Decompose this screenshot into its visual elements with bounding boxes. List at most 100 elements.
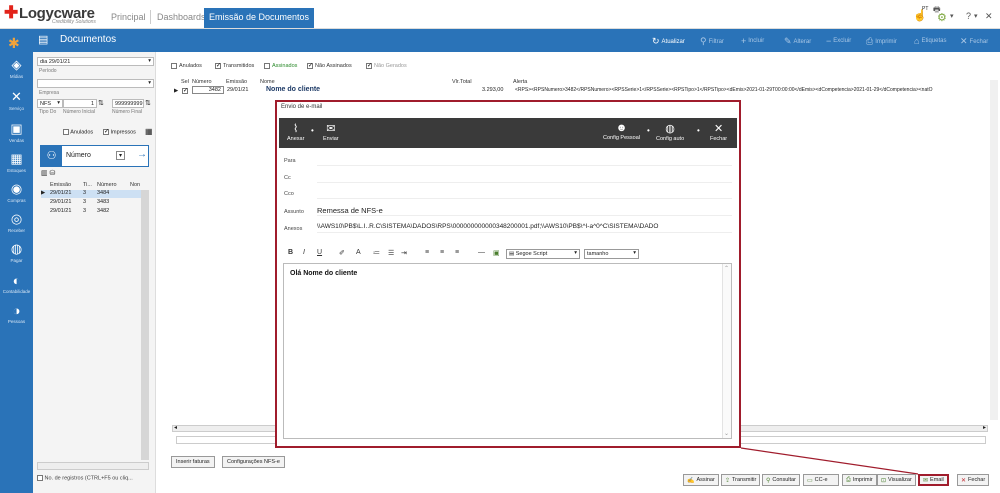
scroll-left-icon[interactable]: ◂ — [174, 424, 177, 431]
email-body-editor[interactable]: Olá Nome do cliente ⌃ ⌄ — [283, 263, 732, 439]
query-button[interactable]: ⚲ Consultar — [762, 474, 800, 486]
impressos-checkbox[interactable] — [103, 128, 109, 135]
underline-icon[interactable]: U — [317, 249, 322, 256]
align-center-icon[interactable]: ≡ — [440, 249, 444, 256]
tab-emissao-documentos[interactable]: Emissão de Documentos — [204, 8, 315, 28]
preview-button[interactable]: ⊡ Visualizar — [877, 474, 916, 486]
help-button[interactable]: ? — [966, 11, 971, 21]
nav-item-pagar[interactable]: ◍ Pagar — [0, 241, 33, 263]
flag-nao-assinados[interactable]: Não Assinados — [307, 62, 352, 69]
search-field-select[interactable]: Número — [66, 152, 91, 159]
nav-item-servico[interactable]: ✕ Serviço — [0, 89, 33, 111]
cce-button[interactable]: ▭ CC-e — [803, 474, 839, 486]
filter-impressos[interactable]: Impressos — [103, 128, 136, 135]
nao-assinados-checkbox[interactable] — [307, 62, 313, 69]
indent-icon[interactable]: ⇥ — [401, 249, 407, 257]
labels-button[interactable]: ⌂ Etiquetas — [914, 36, 946, 46]
grid-header-numero[interactable]: Número — [97, 182, 117, 188]
scroll-down-icon[interactable]: ⌄ — [724, 430, 729, 437]
nav-item-vendas[interactable]: ▣ Vendas — [0, 121, 33, 143]
scroll-right-icon[interactable]: ▸ — [983, 424, 986, 431]
color-picker-icon[interactable]: ✐ — [339, 249, 345, 257]
subject-input[interactable]: Remessa de NFS-e — [317, 205, 732, 216]
nav-item-estoques[interactable]: ▦ Estoques — [0, 151, 33, 173]
font-family-select[interactable]: ▤ Segoe Script ▾ — [506, 249, 580, 259]
vertical-scrollbar[interactable] — [141, 190, 149, 460]
nfse-settings-button[interactable]: Configurações NFS-e — [222, 456, 285, 468]
search-go-icon[interactable]: → — [137, 149, 147, 160]
align-left-icon[interactable]: ≡ — [425, 249, 429, 256]
email-button[interactable]: ✉ Email — [918, 474, 949, 486]
auto-config-button[interactable]: ◍ Config auto — [656, 122, 684, 142]
flag-nao-gerados[interactable]: Não Gerados — [366, 62, 407, 69]
dialog-close-button[interactable]: ✕ Fechar — [710, 122, 727, 142]
grid-layout-icon[interactable]: ▥ ⛁ — [41, 169, 55, 177]
settings-gear-icon[interactable]: ⚙ — [937, 11, 947, 24]
close-bottom-button[interactable]: ✕ Fechar — [957, 474, 990, 486]
column-header-valor-total[interactable]: Vlr.Total — [452, 79, 472, 85]
number-range-icon[interactable]: ⇅ — [145, 99, 151, 107]
column-header-nome[interactable]: Nome — [260, 79, 275, 85]
sign-button[interactable]: ✍ Assinar — [683, 474, 719, 486]
period-select[interactable]: dia 29/01/21 ▾ — [37, 57, 154, 66]
transmit-button[interactable]: ⇪ Transmitir — [721, 474, 761, 486]
insert-invoices-button[interactable]: Inserir faturas — [171, 456, 215, 468]
grid-header-nome[interactable]: Non — [130, 182, 140, 188]
refresh-button[interactable]: ↻ Atualizar — [652, 36, 685, 47]
attach-button[interactable]: ⌇ Anexar — [287, 122, 304, 142]
assinados-checkbox[interactable] — [264, 63, 270, 69]
transmitidos-checkbox[interactable] — [215, 62, 221, 69]
grid-header-emissao[interactable]: Emissão — [50, 182, 71, 188]
column-header-numero[interactable]: Número — [192, 79, 212, 85]
end-number-input[interactable]: 999999999 — [112, 99, 144, 108]
filter-anulados[interactable]: Anulados — [63, 129, 93, 135]
table-row[interactable]: ▶ 29/01/21 3 3484 — [41, 190, 141, 198]
company-select[interactable]: ▾ — [37, 79, 154, 88]
number-range-icon[interactable]: ⇅ — [98, 99, 104, 107]
add-button[interactable]: + Incluir — [741, 36, 764, 46]
column-header-alerta[interactable]: Alerta — [513, 79, 527, 85]
font-color-icon[interactable]: A — [356, 249, 361, 256]
email-body-text[interactable]: Olá Nome do cliente — [290, 270, 357, 277]
insert-image-icon[interactable]: ▣ — [493, 249, 500, 257]
close-app-icon[interactable]: ✕ — [985, 11, 993, 22]
bold-icon[interactable]: B — [288, 249, 293, 256]
close-button[interactable]: ✕ Fechar — [960, 36, 988, 47]
flag-anulados[interactable]: Anulados — [171, 63, 202, 69]
filter-button[interactable]: ⚲ Filtrar — [700, 36, 724, 47]
row-select-checkbox[interactable] — [182, 87, 188, 94]
calendar-icon[interactable]: ▦ — [145, 127, 153, 136]
cc-input[interactable] — [317, 172, 732, 183]
font-size-select[interactable]: tamanho ▾ — [584, 249, 639, 259]
nav-item-pessoas[interactable]: ◑ Pessoas — [0, 303, 33, 324]
column-header-emissao[interactable]: Emissão — [226, 79, 247, 85]
attachments-input[interactable]: \\AWS10\PB$\L.I..R.C\SISTEMA\DADOS\RPS\0… — [317, 222, 732, 233]
doc-type-select[interactable]: NFS ▾ — [37, 99, 63, 108]
italic-icon[interactable]: I — [303, 249, 305, 256]
language-label[interactable]: PT — [922, 6, 928, 12]
nav-item-compras[interactable]: ◉ Compras — [0, 181, 33, 203]
nav-item-contabilidade[interactable]: ◐ Contabilidade — [0, 273, 33, 294]
anulados-flag-checkbox[interactable] — [171, 63, 177, 69]
search-field-dropdown-icon[interactable]: ▾ — [116, 151, 125, 160]
table-row[interactable]: 29/01/21 3 3483 — [41, 199, 141, 207]
column-header-sel[interactable]: Sel — [181, 79, 189, 85]
tab-dashboards[interactable]: Dashboards — [152, 8, 211, 28]
nav-logo-icon[interactable]: ✱ — [8, 35, 20, 52]
grid-header-tipo[interactable]: Ti... — [83, 182, 92, 188]
help-dropdown-icon[interactable]: ▾ — [974, 12, 978, 20]
scroll-up-icon[interactable]: ⌃ — [724, 265, 729, 272]
anulados-checkbox[interactable] — [63, 129, 69, 135]
align-right-icon[interactable]: ≡ — [455, 249, 459, 256]
tab-principal[interactable]: Principal — [106, 8, 151, 28]
editor-scrollbar[interactable]: ⌃ ⌄ — [722, 264, 731, 438]
nav-item-receber[interactable]: ◎ Receber — [0, 211, 33, 233]
print-button[interactable]: ⎙ Imprimir — [866, 36, 897, 47]
table-row[interactable]: ▶ 3482 29/01/21 Nome do cliente 3.293,00… — [172, 86, 987, 96]
record-count-checkbox[interactable] — [37, 475, 43, 481]
bcc-input[interactable] — [317, 188, 732, 199]
to-input[interactable] — [317, 155, 732, 166]
bullet-list-icon[interactable]: ☰ — [388, 249, 394, 257]
flag-assinados[interactable]: Assinados — [264, 63, 297, 69]
print-bottom-button[interactable]: ⎙ Imprimir — [842, 474, 877, 486]
